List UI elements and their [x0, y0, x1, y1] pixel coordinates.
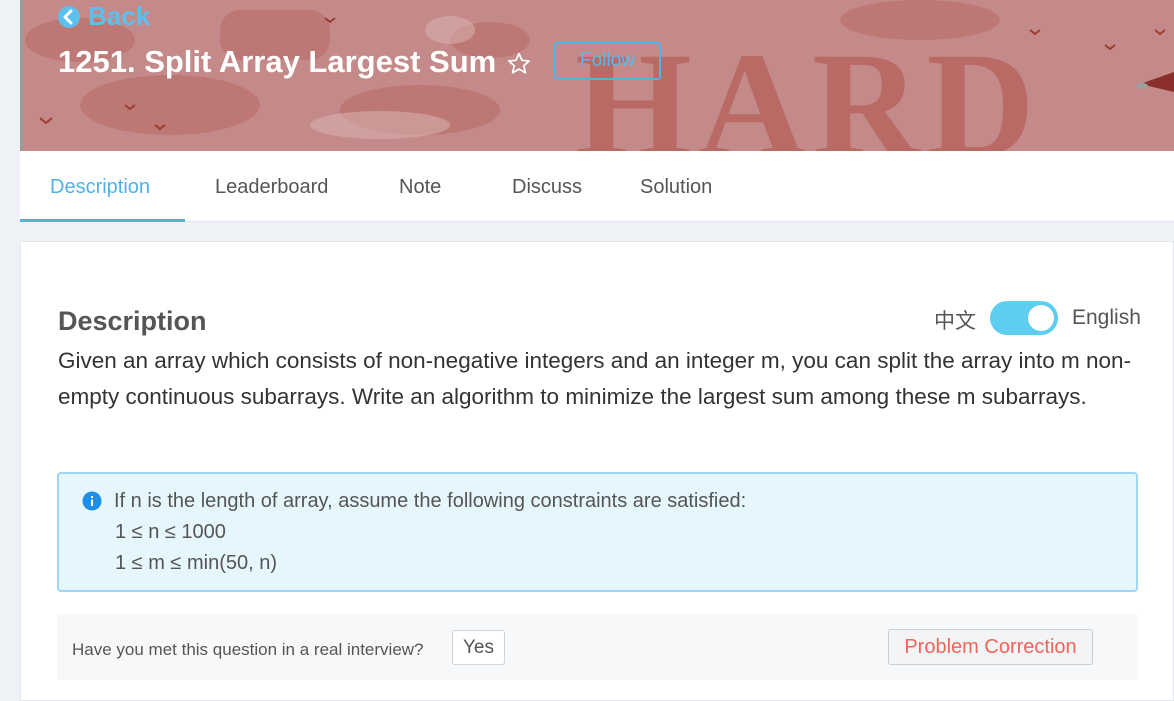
back-link[interactable]: Back	[57, 1, 150, 32]
star-outline-icon[interactable]	[506, 51, 532, 77]
banner-edge	[20, 0, 23, 151]
constraints-intro: If n is the length of array, assume the …	[114, 490, 747, 512]
problem-tabs: Description Leaderboard Note Discuss Sol…	[20, 151, 1174, 222]
constraint-line: 1 ≤ m ≤ min(50, n)	[115, 552, 277, 574]
tab-description[interactable]: Description	[50, 151, 150, 221]
constraint-line: 1 ≤ n ≤ 1000	[115, 521, 226, 543]
language-toggle[interactable]	[990, 301, 1058, 335]
active-tab-indicator	[20, 219, 185, 222]
language-chinese-label: 中文	[934, 310, 976, 333]
tab-discuss[interactable]: Discuss	[512, 151, 582, 221]
info-circle-icon	[82, 491, 102, 511]
back-circle-icon	[58, 5, 80, 28]
language-english-label: English	[1072, 306, 1141, 329]
follow-button[interactable]: Follow	[554, 42, 661, 80]
description-heading: Description	[58, 306, 207, 336]
tab-leaderboard[interactable]: Leaderboard	[215, 151, 328, 221]
problem-description: Given an array which consists of non-neg…	[58, 348, 1132, 409]
problem-title: 1251. Split Array Largest Sum	[58, 44, 497, 79]
problem-correction-button[interactable]: Problem Correction	[888, 629, 1093, 665]
yes-button[interactable]: Yes	[452, 630, 505, 665]
tab-solution[interactable]: Solution	[640, 151, 712, 221]
toggle-knob	[1028, 305, 1054, 331]
interview-question: Have you met this question in a real int…	[72, 640, 424, 659]
back-label: Back	[88, 1, 151, 31]
page-gutter	[0, 0, 20, 696]
tab-note[interactable]: Note	[399, 151, 441, 221]
